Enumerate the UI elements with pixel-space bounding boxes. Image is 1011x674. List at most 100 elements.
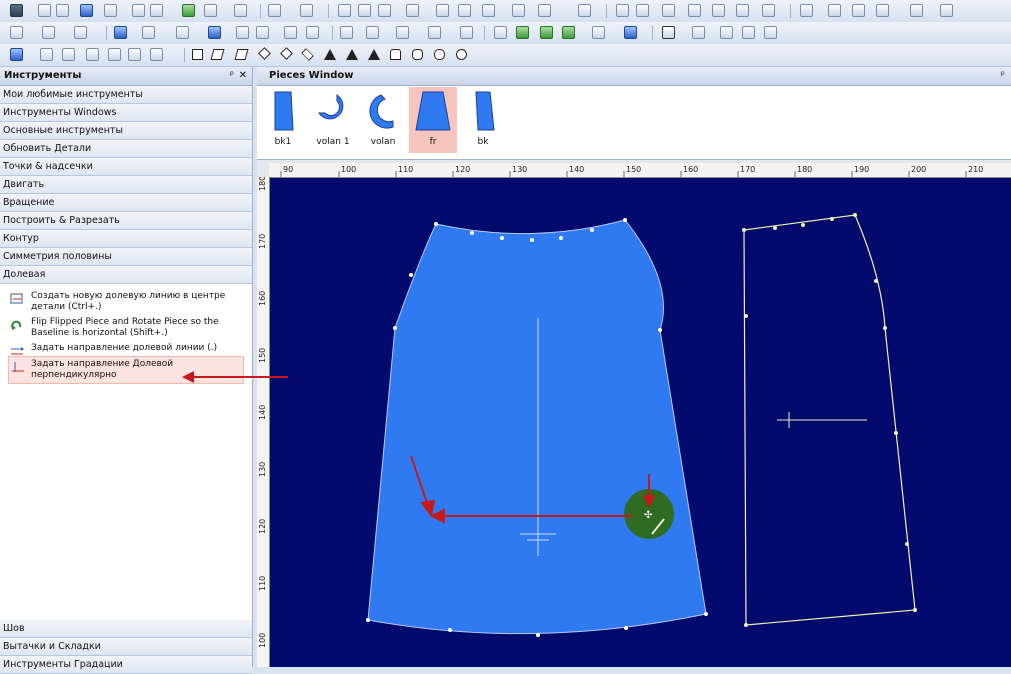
pin-shape-icon[interactable] xyxy=(10,48,23,61)
copy-icon[interactable] xyxy=(358,4,371,17)
category-basic-tools[interactable]: Основные инструменты xyxy=(0,122,252,140)
trapezoid-shape-icon[interactable] xyxy=(234,49,249,60)
doc-tool-icon[interactable] xyxy=(742,26,755,39)
walk-icon[interactable] xyxy=(128,48,141,61)
tool-grain-direction[interactable]: Задать направление долевой линии (.) xyxy=(0,341,252,356)
curve-icon[interactable] xyxy=(306,26,319,39)
scissor-icon[interactable] xyxy=(40,48,53,61)
category-contour[interactable]: Контур xyxy=(0,230,252,248)
clipboard-icon[interactable] xyxy=(406,4,419,17)
doc-icon[interactable] xyxy=(910,4,923,17)
diamond-shape-icon[interactable] xyxy=(258,47,271,60)
category-windows-tools[interactable]: Инструменты Windows xyxy=(0,104,252,122)
open-icon[interactable] xyxy=(56,4,69,17)
grid-icon[interactable] xyxy=(852,4,865,17)
pattern-canvas[interactable]: ✣ xyxy=(270,178,1011,667)
mark-icon[interactable] xyxy=(436,4,449,17)
hexagon-shape-icon[interactable] xyxy=(412,49,423,60)
tool-create-grain-center[interactable]: Создать новую долевую линию в центре дет… xyxy=(0,289,252,315)
print-icon[interactable] xyxy=(104,4,117,17)
doc-shape-icon[interactable] xyxy=(108,48,121,61)
pin-icon[interactable] xyxy=(114,26,127,39)
category-grain[interactable]: Долевая xyxy=(0,266,252,284)
grade2-icon[interactable] xyxy=(688,4,701,17)
target-icon[interactable] xyxy=(142,26,155,39)
category-rotate[interactable]: Вращение xyxy=(0,194,252,212)
cut-line-icon[interactable] xyxy=(340,26,353,39)
filter-icon[interactable] xyxy=(876,4,889,17)
category-update-pieces[interactable]: Обновить Детали xyxy=(0,140,252,158)
pentagon-shape-icon[interactable] xyxy=(390,49,401,60)
table-tool-icon[interactable] xyxy=(720,26,733,39)
fold-icon[interactable] xyxy=(86,48,99,61)
undo-icon[interactable] xyxy=(268,4,281,17)
pen-icon[interactable] xyxy=(284,26,297,39)
rhombus-shape-icon[interactable] xyxy=(301,48,314,61)
paste-icon[interactable] xyxy=(378,4,391,17)
kite-shape-icon[interactable] xyxy=(280,47,293,60)
select-icon[interactable] xyxy=(482,4,495,17)
tool-flip-rotate-baseline[interactable]: Flip Flipped Piece and Rotate Piece so t… xyxy=(0,315,252,341)
pin-icon[interactable]: ᵖ xyxy=(230,67,234,85)
close-icon[interactable]: ✕ xyxy=(239,67,247,85)
arc-icon[interactable] xyxy=(516,26,529,39)
cut-icon[interactable] xyxy=(338,4,351,17)
category-move[interactable]: Двигать xyxy=(0,176,252,194)
layout-icon[interactable] xyxy=(512,4,525,17)
pin-icon[interactable]: ᵖ xyxy=(1001,67,1005,85)
mirror-icon[interactable] xyxy=(692,26,705,39)
right-triangle-shape-icon[interactable] xyxy=(346,49,358,60)
new-icon[interactable] xyxy=(38,4,51,17)
notch-icon[interactable] xyxy=(10,26,23,39)
ruler-icon[interactable] xyxy=(828,4,841,17)
pointer-icon[interactable] xyxy=(10,4,23,17)
grain-icon[interactable] xyxy=(662,26,675,39)
triangle2-shape-icon[interactable] xyxy=(368,49,380,60)
circle-shape-icon[interactable] xyxy=(456,49,467,60)
grade-piece-icon[interactable] xyxy=(592,26,605,39)
plot-icon[interactable] xyxy=(132,4,145,17)
piece-thumb-volan-1[interactable]: volan 1 xyxy=(309,87,357,153)
category-seam[interactable]: Шов xyxy=(0,620,252,638)
piece-thumb-bk1[interactable]: bk1 xyxy=(259,87,307,153)
square-shape-icon[interactable] xyxy=(192,49,203,60)
delete-icon[interactable] xyxy=(494,26,507,39)
piece-icon[interactable] xyxy=(458,4,471,17)
triangle-shape-icon[interactable] xyxy=(324,49,336,60)
redo-icon[interactable] xyxy=(300,4,313,17)
flip-icon[interactable] xyxy=(538,4,551,17)
piece-thumb-fr[interactable]: fr xyxy=(409,87,457,153)
dart-icon[interactable] xyxy=(62,48,75,61)
category-mirror-half[interactable]: Симметрия половины xyxy=(0,248,252,266)
piece-thumb-volan[interactable]: volan xyxy=(359,87,407,153)
point-icon[interactable] xyxy=(616,4,629,17)
rotate-point-icon[interactable] xyxy=(236,26,249,39)
doc-tool2-icon[interactable] xyxy=(764,26,777,39)
arc2-icon[interactable] xyxy=(540,26,553,39)
category-build-cut[interactable]: Построить & Разрезать xyxy=(0,212,252,230)
rotate-icon[interactable] xyxy=(578,4,591,17)
lasso-icon[interactable] xyxy=(256,26,269,39)
help-icon[interactable] xyxy=(762,4,775,17)
doc2-icon[interactable] xyxy=(940,4,953,17)
piece-thumb-bk[interactable]: bk xyxy=(459,87,507,153)
category-grading-tools[interactable]: Инструменты Градации xyxy=(0,656,252,674)
plot2-icon[interactable] xyxy=(150,4,163,17)
flip-piece-icon[interactable] xyxy=(562,26,575,39)
parallelogram-shape-icon[interactable] xyxy=(210,49,225,60)
octagon-shape-icon[interactable] xyxy=(434,49,445,60)
measure-tool-icon[interactable] xyxy=(74,26,87,39)
save-icon[interactable] xyxy=(80,4,93,17)
pencil-icon[interactable] xyxy=(366,26,379,39)
tools-icon[interactable] xyxy=(204,4,217,17)
zoom-icon[interactable] xyxy=(234,4,247,17)
add-piece-icon[interactable] xyxy=(428,26,441,39)
grade3-icon[interactable] xyxy=(712,4,725,17)
flip-shape-icon[interactable] xyxy=(150,48,163,61)
line-icon[interactable] xyxy=(396,26,409,39)
measure-icon[interactable] xyxy=(800,4,813,17)
category-favorites[interactable]: Мои любимые инструменты xyxy=(0,86,252,104)
excel-icon[interactable] xyxy=(182,4,195,17)
settings-icon[interactable] xyxy=(736,4,749,17)
point-tool-icon[interactable] xyxy=(42,26,55,39)
